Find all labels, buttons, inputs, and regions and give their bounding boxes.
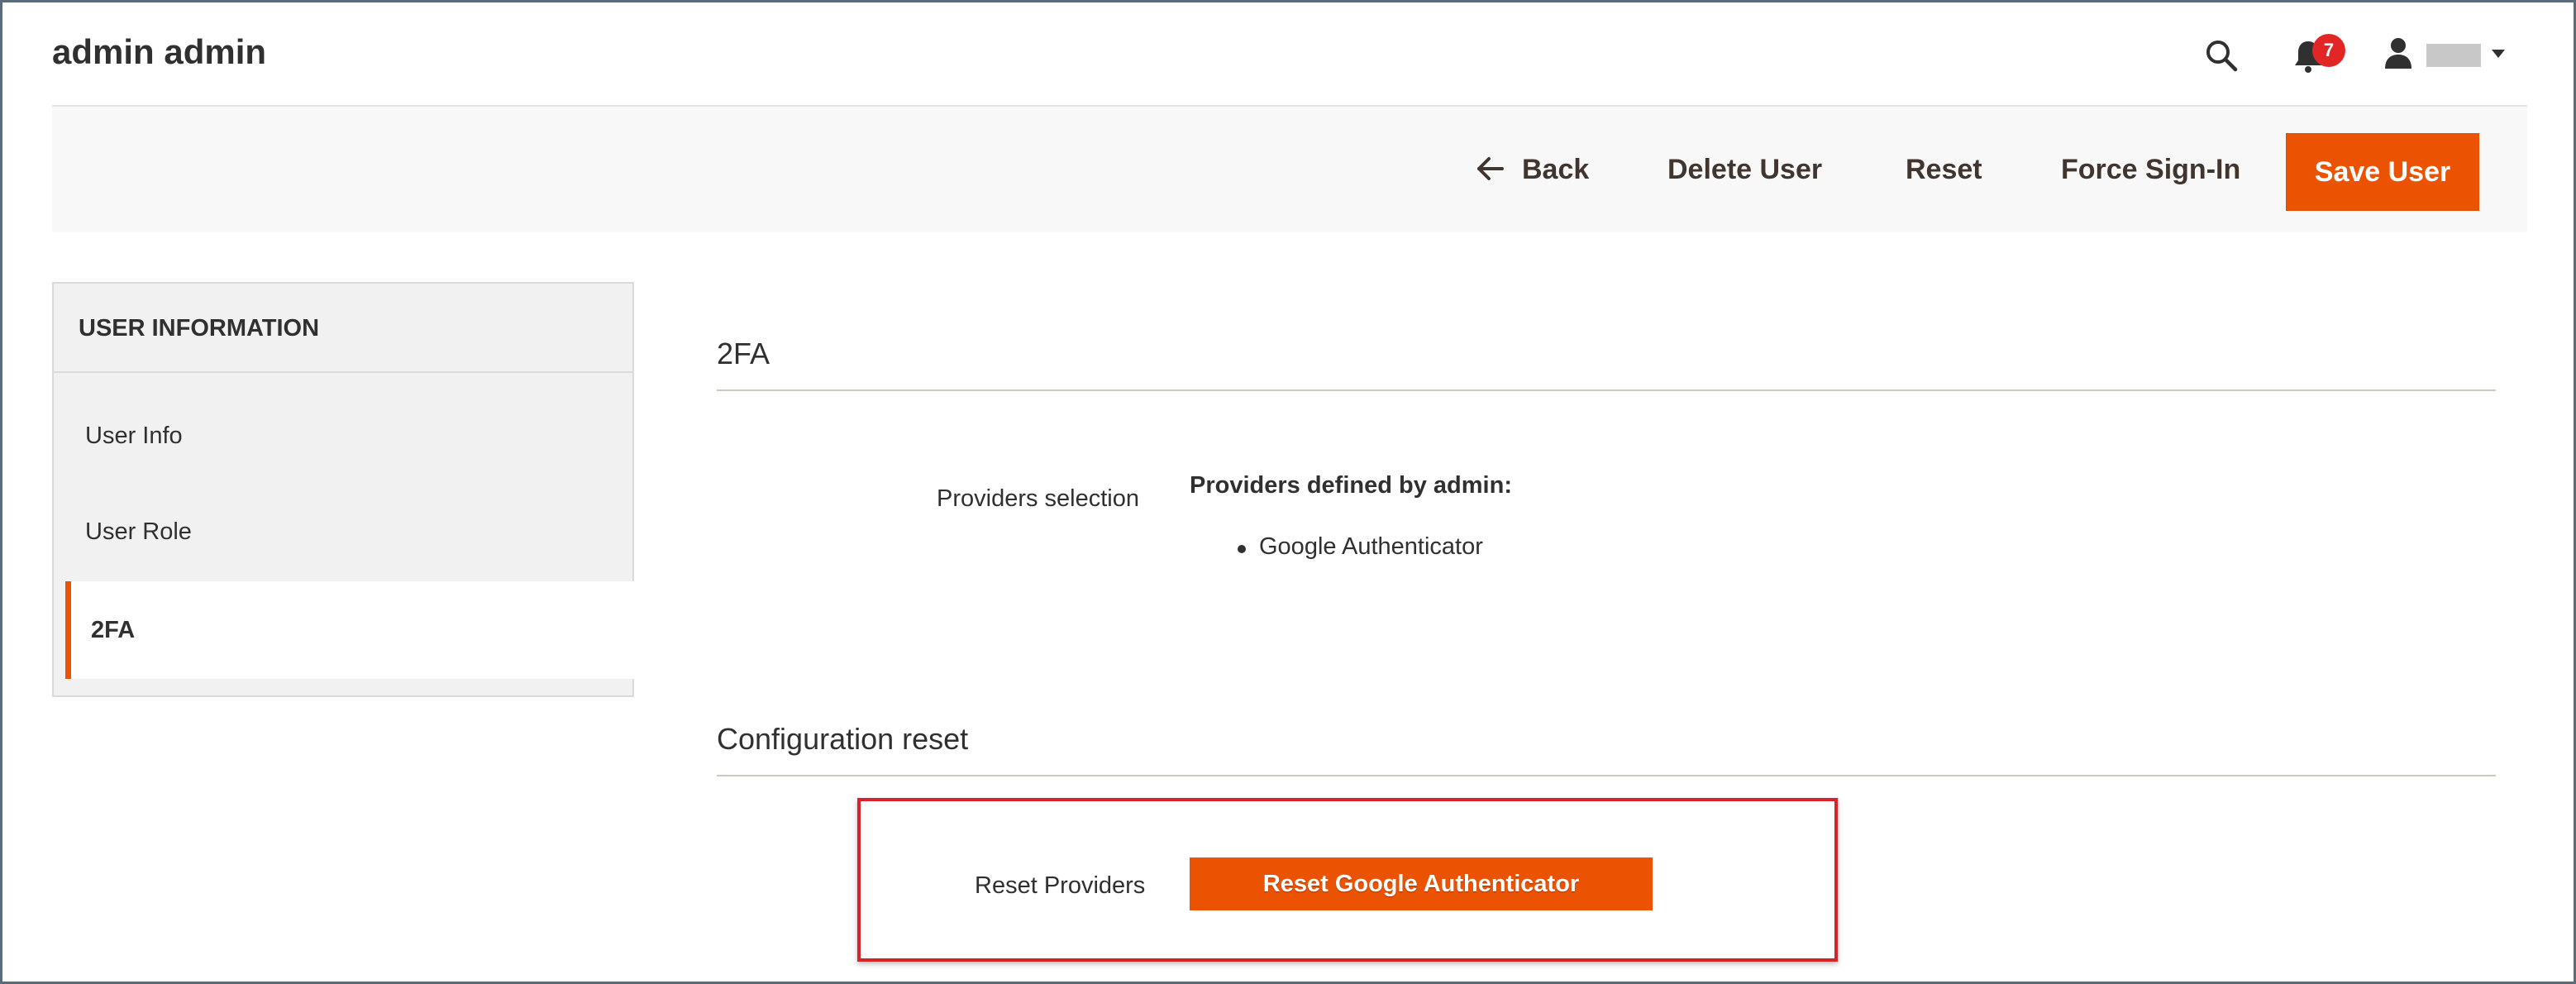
reset-button[interactable]: Reset (1906, 154, 1982, 186)
sidebar-item-label: 2FA (91, 616, 136, 643)
search-icon[interactable] (2205, 39, 2238, 72)
arrow-left-icon[interactable] (1476, 156, 1504, 181)
force-signin-button[interactable]: Force Sign-In (2061, 154, 2240, 186)
list-bullet (1238, 545, 1246, 553)
page-actions-bar: Back Delete User Reset Force Sign-In Sav… (52, 105, 2527, 232)
section-divider (717, 775, 2496, 776)
user-name-redacted[interactable] (2426, 44, 2481, 67)
delete-user-button[interactable]: Delete User (1667, 154, 1822, 186)
section-divider (717, 389, 2496, 391)
section-title-configuration-reset: Configuration reset (717, 722, 969, 756)
providers-selection-label: Providers selection (937, 485, 1139, 512)
reset-google-authenticator-button[interactable]: Reset Google Authenticator (1190, 857, 1653, 910)
back-button[interactable]: Back (1522, 154, 1589, 186)
page-title: admin admin (52, 32, 267, 71)
sidebar-item-label: User Info (85, 422, 183, 449)
sidebar-item-label: User Role (85, 518, 192, 545)
provider-list-item: Google Authenticator (1259, 533, 1483, 560)
reset-providers-label: Reset Providers (975, 872, 1146, 899)
sidebar-item-2fa[interactable]: 2FA (65, 581, 634, 679)
providers-heading: Providers defined by admin: (1190, 472, 1512, 499)
user-icon[interactable] (2383, 37, 2413, 69)
caret-down-icon[interactable] (2491, 49, 2506, 59)
save-user-button[interactable]: Save User (2286, 133, 2479, 211)
sidebar-item-user-role[interactable]: User Role (52, 484, 634, 580)
page-frame: admin admin 7 Back Delete User Reset For… (0, 0, 2576, 984)
notification-badge[interactable]: 7 (2312, 34, 2345, 67)
sidebar-item-user-info[interactable]: User Info (52, 388, 634, 484)
sidebar-heading: USER INFORMATION (54, 284, 632, 373)
section-title-2fa: 2FA (717, 337, 770, 370)
